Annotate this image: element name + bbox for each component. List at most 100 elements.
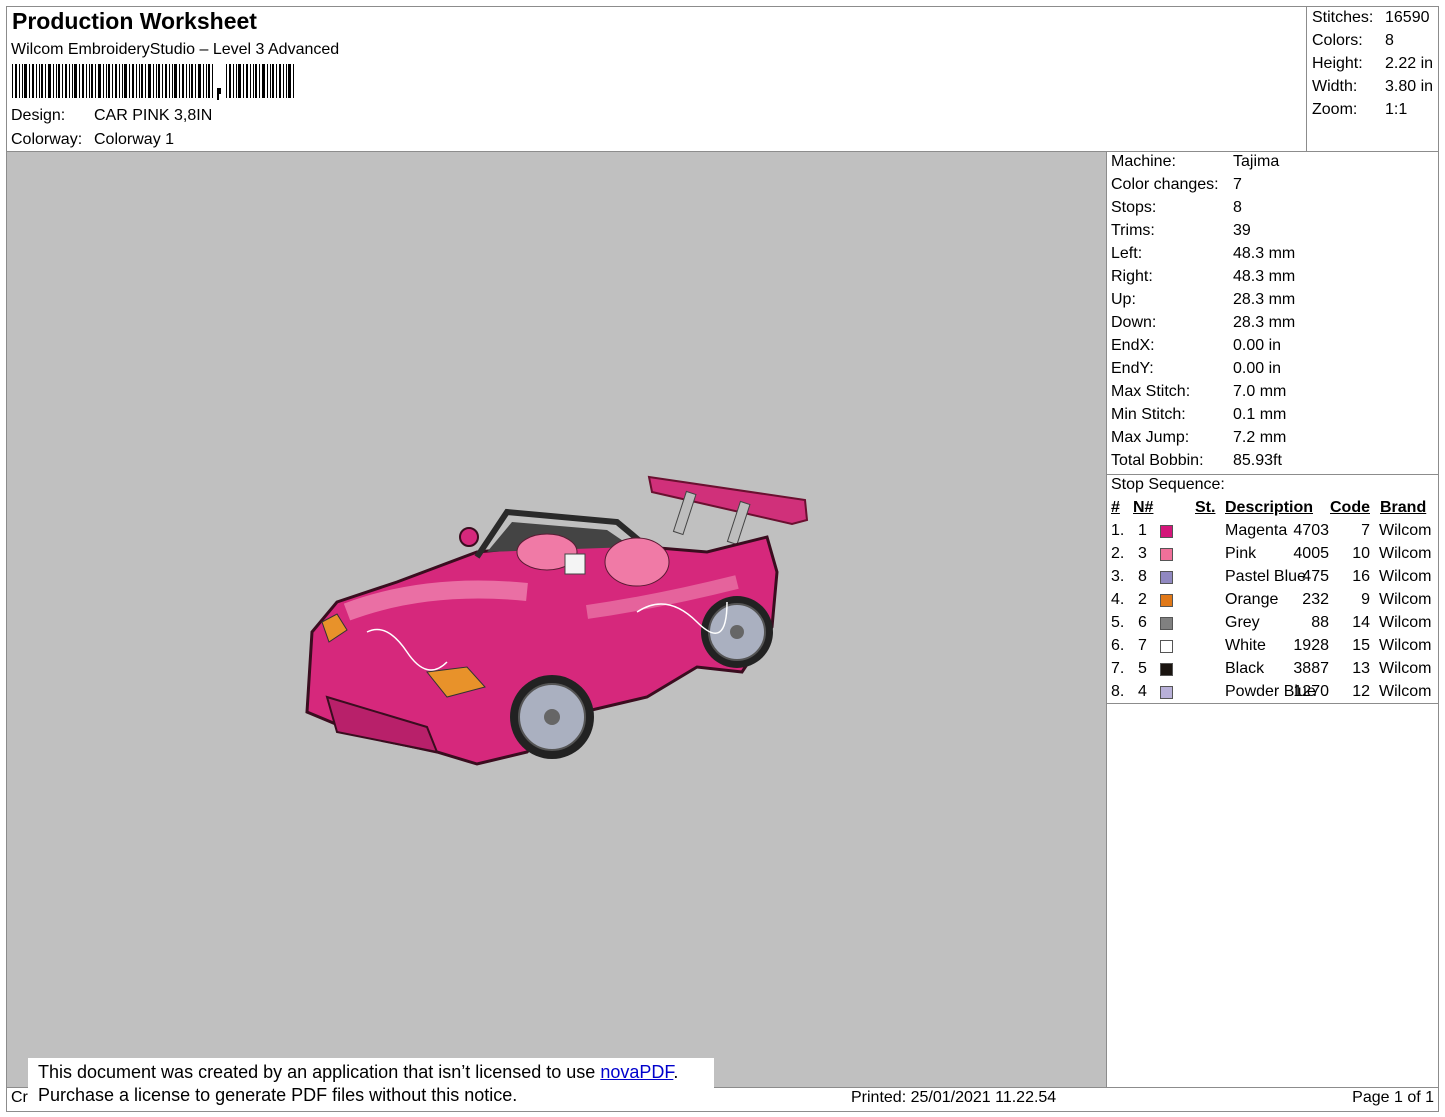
footer-left-text: Cr [11,1089,28,1106]
stop-num: 4. [1111,591,1125,608]
info-trims: Trims: 39 [1111,222,1251,239]
stop-stitch-code: 232 [1302,591,1329,608]
stop-stitch-code: 1928 [1293,637,1329,654]
col-header-st: St. [1195,499,1216,516]
stop-brand: Wilcom [1379,522,1432,539]
stop-description: Black [1225,660,1265,677]
stop-stitch-code: 3887 [1293,660,1329,677]
stop-brand: Wilcom [1379,683,1432,700]
info-endx: EndX: 0.00 in [1111,337,1282,354]
colorway-value: Colorway 1 [94,131,175,148]
stop-num: 5. [1111,614,1125,631]
stop-needle: 5 [1138,660,1147,677]
colorway-label: Colorway: [11,131,83,148]
stop-sequence-divider [1107,474,1439,475]
stop-sequence-title: Stop Sequence: [1111,476,1225,493]
stop-sequence-row: 6. 7 1928 White 15 Wilcom [1107,637,1439,660]
info-up: Up: 28.3 mm [1111,291,1296,308]
info-down: Down: 28.3 mm [1111,314,1296,331]
info-endy: EndY: 0.00 in [1111,360,1282,377]
col-header-description: Description [1225,499,1314,516]
stop-num: 2. [1111,545,1125,562]
summary-zoom: Zoom: 1:1 [1312,101,1408,118]
stop-stitch-code: 4703 [1293,522,1329,539]
stop-brand: Wilcom [1379,545,1432,562]
stop-sequence-row: 7. 5 3887 Black 13 Wilcom [1107,660,1439,683]
stop-needle: 6 [1138,614,1147,631]
info-total-bobbin: Total Bobbin: 85.93ft [1111,452,1282,469]
stop-brand: Wilcom [1379,614,1432,631]
design-preview [7,152,1106,1087]
stop-description: Pastel Blue [1225,568,1306,585]
stop-code: 15 [1352,637,1370,654]
stop-num: 1. [1111,522,1125,539]
col-header-brand: Brand [1380,499,1427,516]
stop-code: 12 [1352,683,1370,700]
page-title: Production Worksheet [12,8,257,34]
stop-needle: 3 [1138,545,1147,562]
color-swatch [1160,594,1173,607]
stop-needle: 1 [1138,522,1147,539]
color-swatch [1160,571,1173,584]
stop-needle: 7 [1138,637,1147,654]
barcode-image [12,64,294,100]
stop-code: 10 [1352,545,1370,562]
printed-date: Printed: 25/01/2021 11.22.54 [851,1089,1057,1106]
stop-stitch-code: 88 [1311,614,1329,631]
summary-height: Height: 2.22 in [1312,55,1434,72]
stop-description: Magenta [1225,522,1288,539]
design-row: Design: CAR PINK 3,8IN [11,107,212,125]
stop-description: Orange [1225,591,1279,608]
stop-code: 9 [1361,591,1370,608]
col-header-n: N# [1133,499,1154,516]
info-max-stitch: Max Stitch: 7.0 mm [1111,383,1287,400]
summary-colors: Colors: 8 [1312,32,1394,49]
color-swatch [1160,640,1173,653]
machine-info-panel: Machine: Tajima Color changes: 7 Stops: 8 T… [1106,152,1439,1087]
col-header-code: Code [1330,499,1370,516]
stop-brand: Wilcom [1379,568,1432,585]
car-embroidery-image [305,475,809,766]
info-color-changes: Color changes: 7 [1111,176,1242,193]
stop-needle: 2 [1138,591,1147,608]
notice-line-2: Purchase a license to generate PDF files… [38,1085,518,1105]
stop-description: Powder Blue [1225,683,1316,700]
stop-code: 16 [1352,568,1370,585]
info-stops: Stops: 8 [1111,199,1242,216]
page-number: Page 1 of 1 [1352,1089,1434,1106]
stop-brand: Wilcom [1379,660,1432,677]
stop-code: 7 [1361,522,1370,539]
info-min-stitch: Min Stitch: 0.1 mm [1111,406,1287,423]
stop-brand: Wilcom [1379,591,1432,608]
colorway-row: Colorway: Colorway 1 [11,131,174,149]
stop-num: 8. [1111,683,1125,700]
stop-num: 6. [1111,637,1125,654]
stop-description: White [1225,637,1266,654]
stop-sequence-row: 5. 6 88 Grey 14 Wilcom [1107,614,1439,637]
color-swatch [1160,548,1173,561]
stop-code: 13 [1352,660,1370,677]
color-swatch [1160,617,1173,630]
color-swatch [1160,663,1173,676]
stop-stitch-code: 475 [1302,568,1329,585]
design-label: Design: [11,107,66,124]
summary-box: Stitches: 16590 Colors: 8 Height: 2.22 in W… [1306,6,1439,152]
stop-description: Pink [1225,545,1257,562]
info-machine: Machine: Tajima [1111,153,1280,170]
summary-width: Width: 3.80 in [1312,78,1434,95]
stop-code: 14 [1352,614,1370,631]
stop-description: Grey [1225,614,1260,631]
stop-num: 7. [1111,660,1125,677]
info-left: Left: 48.3 mm [1111,245,1296,262]
license-notice: This document was created by an applicat… [28,1058,714,1110]
summary-stitches: Stitches: 16590 [1312,9,1430,26]
stop-needle: 8 [1138,568,1147,585]
stop-sequence-row: 2. 3 4005 Pink 10 Wilcom [1107,545,1439,568]
color-swatch [1160,525,1173,538]
novapdf-link[interactable]: novaPDF [600,1062,673,1082]
col-header-num: # [1111,499,1120,516]
stop-brand: Wilcom [1379,637,1432,654]
stop-sequence-row: 1. 1 4703 Magenta 7 Wilcom [1107,522,1439,545]
info-right: Right: 48.3 mm [1111,268,1296,285]
stop-stitch-code: 4005 [1293,545,1329,562]
